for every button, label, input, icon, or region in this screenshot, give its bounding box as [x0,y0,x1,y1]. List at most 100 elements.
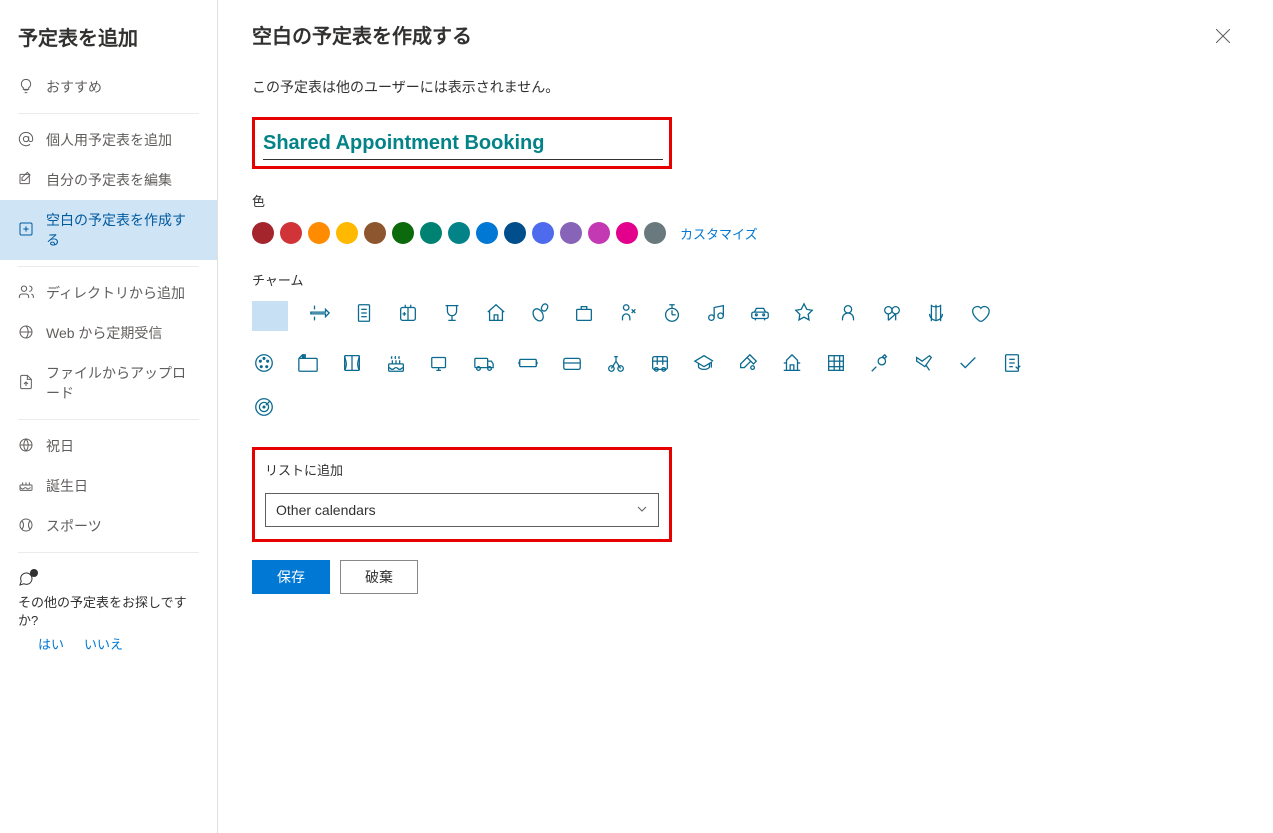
page-title: 空白の予定表を作成する [252,20,1239,49]
charm-2[interactable] [352,301,376,325]
color-swatch-10[interactable] [532,222,554,244]
charm-12[interactable] [792,301,816,325]
charm-33[interactable] [956,351,980,375]
color-swatch-7[interactable] [448,222,470,244]
charm-32[interactable] [912,351,936,375]
sidebar-nav: おすすめ個人用予定表を追加自分の予定表を編集空白の予定表を作成するディレクトリか… [0,67,217,546]
sidebar: 予定表を追加 おすすめ個人用予定表を追加自分の予定表を編集空白の予定表を作成する… [0,0,218,833]
charm-11[interactable] [748,301,772,325]
addtolist-dropdown[interactable]: Other calendars [265,493,659,527]
divider [18,113,199,114]
save-button[interactable]: 保存 [252,560,330,594]
charm-10[interactable] [704,301,728,325]
sidebar-item-1[interactable]: 個人用予定表を追加 [0,120,217,160]
sidebar-footer: その他の予定表をお探しですか? はい いいえ [0,559,217,665]
divider [18,552,199,553]
color-swatch-6[interactable] [420,222,442,244]
charm-31[interactable] [868,351,892,375]
sidebar-item-8[interactable]: 誕生日 [0,466,217,506]
charm-0[interactable] [252,301,288,331]
color-swatch-4[interactable] [364,222,386,244]
charm-1[interactable] [308,301,332,325]
charm-8[interactable] [616,301,640,325]
discard-button[interactable]: 破棄 [340,560,418,594]
charm-29[interactable] [780,351,804,375]
charm-21[interactable] [428,351,452,375]
charm-24[interactable] [560,351,584,375]
charm-5[interactable] [484,301,508,325]
chevron-down-icon [636,502,648,518]
color-swatch-8[interactable] [476,222,498,244]
color-swatch-13[interactable] [616,222,638,244]
charm-6[interactable] [528,301,552,325]
charm-34[interactable] [1000,351,1024,375]
charm-18[interactable] [296,351,320,375]
charm-23[interactable] [516,351,540,375]
sidebar-title: 予定表を追加 [0,0,217,67]
sidebar-item-label: 空白の予定表を作成する [46,210,199,250]
charm-20[interactable] [384,351,408,375]
color-swatch-14[interactable] [644,222,666,244]
color-swatch-2[interactable] [308,222,330,244]
addtolist-label: リストに追加 [265,460,659,479]
charm-17[interactable] [252,351,276,375]
color-swatch-1[interactable] [280,222,302,244]
charm-14[interactable] [880,301,904,325]
sidebar-item-5[interactable]: Web から定期受信 [0,313,217,353]
footer-no-link[interactable]: いいえ [84,634,123,653]
lightbulb-icon [18,78,34,97]
chat-icon [18,571,34,590]
charm-25[interactable] [604,351,628,375]
sidebar-item-label: 誕生日 [46,476,88,496]
name-highlight [252,117,672,169]
color-swatch-5[interactable] [392,222,414,244]
color-swatch-3[interactable] [336,222,358,244]
sidebar-item-3[interactable]: 空白の予定表を作成する [0,200,217,260]
sidebar-item-7[interactable]: 祝日 [0,426,217,466]
divider [18,419,199,420]
description: この予定表は他のユーザーには表示されません。 [252,77,1239,97]
charm-grid [252,301,1032,419]
charm-30[interactable] [824,351,848,375]
sidebar-item-4[interactable]: ディレクトリから追加 [0,273,217,313]
charm-3[interactable] [396,301,420,325]
color-swatch-9[interactable] [504,222,526,244]
charm-15[interactable] [924,301,948,325]
color-swatch-0[interactable] [252,222,274,244]
main: 空白の予定表を作成する この予定表は他のユーザーには表示されません。 色 カスタ… [218,0,1273,833]
upload-icon [18,374,34,393]
charm-4[interactable] [440,301,464,325]
sidebar-item-label: Web から定期受信 [46,323,162,343]
sidebar-item-label: ファイルからアップロード [46,363,199,403]
close-button[interactable] [1207,20,1239,52]
charm-27[interactable] [692,351,716,375]
charm-7[interactable] [572,301,596,325]
sidebar-item-label: おすすめ [46,77,102,97]
charm-22[interactable] [472,351,496,375]
sports-icon [18,517,34,536]
color-label: 色 [252,191,1239,210]
charm-28[interactable] [736,351,760,375]
charm-19[interactable] [340,351,364,375]
charm-13[interactable] [836,301,860,325]
charm-16[interactable] [968,301,992,325]
add-square-icon [18,221,34,240]
dropdown-value: Other calendars [276,502,376,518]
footer-text: その他の予定表をお探しですか? [18,594,199,630]
color-swatch-11[interactable] [560,222,582,244]
divider [18,266,199,267]
action-buttons: 保存 破棄 [252,560,1239,594]
calendar-name-input[interactable] [263,128,663,160]
charm-35[interactable] [252,395,276,419]
charm-9[interactable] [660,301,684,325]
color-swatch-12[interactable] [588,222,610,244]
globe-sync-icon [18,324,34,343]
sidebar-item-0[interactable]: おすすめ [0,67,217,107]
sidebar-item-6[interactable]: ファイルからアップロード [0,353,217,413]
sidebar-item-2[interactable]: 自分の予定表を編集 [0,160,217,200]
footer-yes-link[interactable]: はい [38,634,64,653]
sidebar-item-9[interactable]: スポーツ [0,506,217,546]
customize-link[interactable]: カスタマイズ [680,224,758,243]
charm-26[interactable] [648,351,672,375]
cake-icon [18,477,34,496]
